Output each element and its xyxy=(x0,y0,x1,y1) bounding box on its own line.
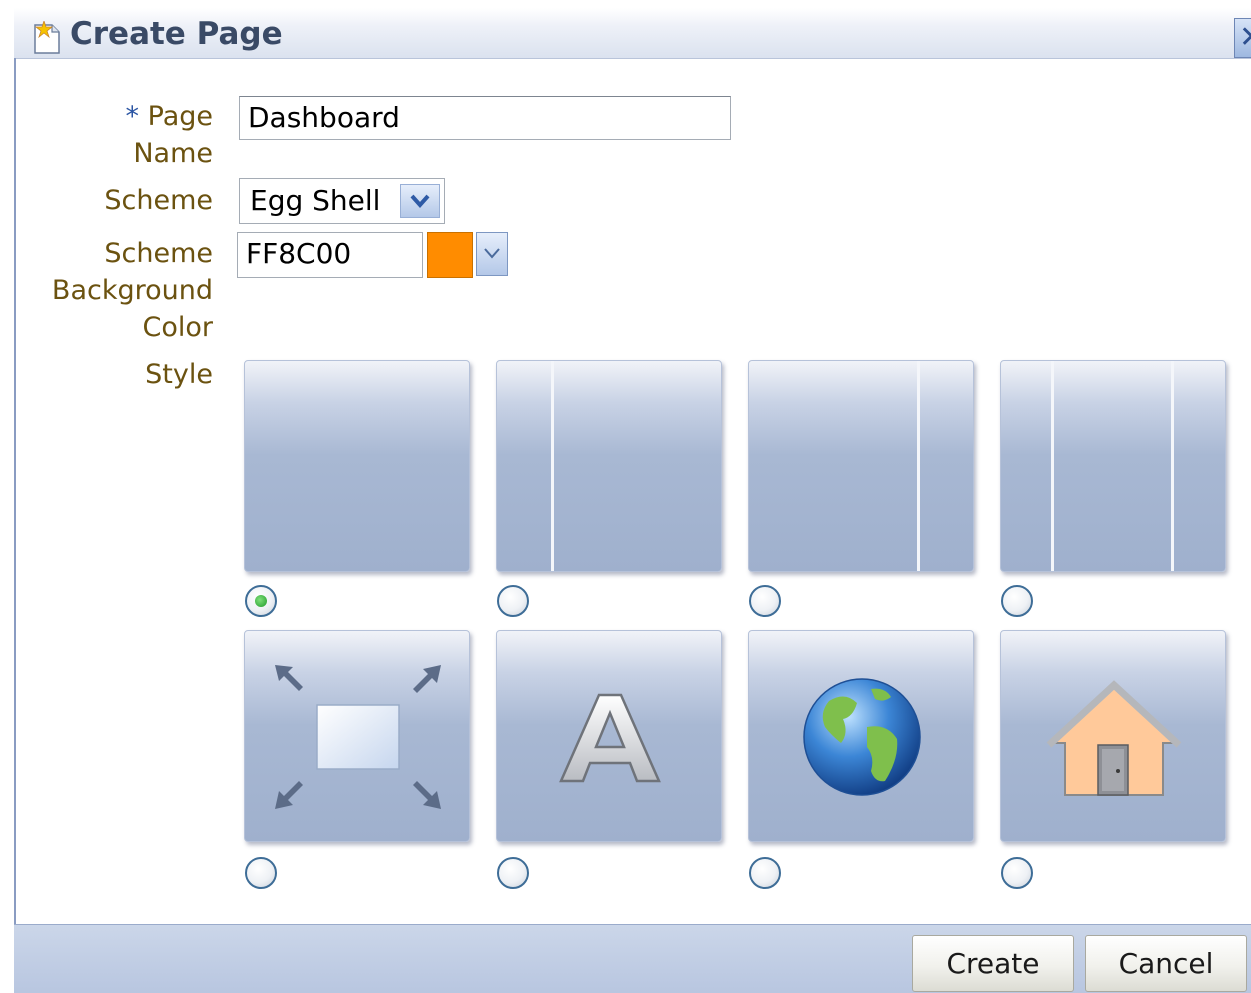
create-page-dialog: Create Page ✕ * Page Name Dashboard Sche… xyxy=(0,0,1251,993)
scheme-dropdown-button[interactable] xyxy=(400,184,440,218)
cancel-button[interactable]: Cancel xyxy=(1085,935,1247,992)
dialog-left-border xyxy=(14,58,16,992)
scheme-label: Scheme xyxy=(104,185,213,216)
new-page-icon xyxy=(34,21,60,54)
style-tile-text[interactable] xyxy=(496,630,722,842)
resize-arrows-icon xyxy=(275,665,441,809)
page-name-label-line1: Page xyxy=(147,101,213,132)
style-radio-narrow-left[interactable] xyxy=(497,585,529,617)
style-radio-home[interactable] xyxy=(1001,857,1033,889)
style-tile-one-column[interactable] xyxy=(244,360,470,572)
close-icon: ✕ xyxy=(1239,19,1251,57)
style-radio-three-column[interactable] xyxy=(1001,585,1033,617)
style-radio-web[interactable] xyxy=(749,857,781,889)
globe-icon xyxy=(803,678,921,796)
chevron-down-icon xyxy=(484,248,500,259)
close-button[interactable]: ✕ xyxy=(1234,18,1251,58)
style-tile-narrow-left[interactable] xyxy=(496,360,722,572)
style-tile-web[interactable] xyxy=(748,630,974,842)
letter-a-icon xyxy=(559,693,661,783)
color-swatch xyxy=(427,232,473,278)
color-hex-input[interactable]: FF8C00 xyxy=(237,232,423,278)
color-picker-button[interactable] xyxy=(476,232,508,276)
style-tile-stretch[interactable] xyxy=(244,630,470,842)
scheme-bg-color-label-line3: Color xyxy=(142,312,214,343)
title-bar: Create Page ✕ xyxy=(14,8,1251,59)
dialog-title: Create Page xyxy=(70,16,283,52)
page-name-input[interactable]: Dashboard xyxy=(239,96,731,140)
scheme-bg-color-label-line1: Scheme xyxy=(104,238,213,269)
style-label: Style xyxy=(145,359,213,390)
scheme-bg-color-label-line2: Background xyxy=(51,275,213,306)
create-button[interactable]: Create xyxy=(912,935,1074,992)
house-icon xyxy=(1046,680,1182,796)
style-tile-narrow-right[interactable] xyxy=(748,360,974,572)
style-radio-stretch[interactable] xyxy=(245,857,277,889)
style-radio-narrow-right[interactable] xyxy=(749,585,781,617)
style-radio-one-column[interactable] xyxy=(245,585,277,617)
scheme-select[interactable]: Egg Shell xyxy=(239,178,445,224)
style-tile-three-column[interactable] xyxy=(1000,360,1226,572)
page-name-label: * Page xyxy=(126,98,213,135)
page-name-label-line2: Name xyxy=(133,138,213,169)
style-tile-home[interactable] xyxy=(1000,630,1226,842)
scheme-select-value: Egg Shell xyxy=(250,184,381,217)
required-marker: * xyxy=(125,101,140,132)
style-radio-text[interactable] xyxy=(497,857,529,889)
chevron-down-icon xyxy=(410,194,430,209)
